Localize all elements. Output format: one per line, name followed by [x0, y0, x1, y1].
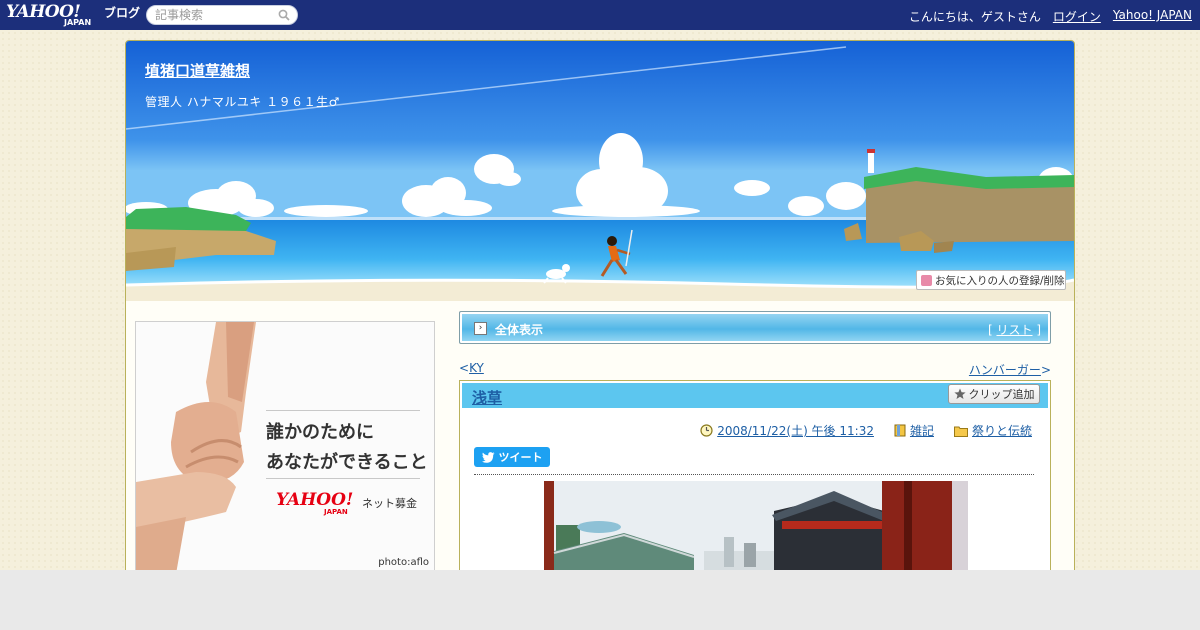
- favorite-button-label: お気に入りの人の登録/削除: [935, 274, 1065, 287]
- blog-subtitle: 管理人 ハナマルユキ １９６１生♂: [145, 95, 340, 109]
- charity-ad[interactable]: 誰かのために あなたができること YAHOO! JAPAN ネット募金 phot…: [135, 321, 435, 573]
- clock-icon: [700, 424, 713, 437]
- list-bracket-open: [: [987, 323, 993, 337]
- folder-icon: [953, 426, 968, 437]
- ad-line-2: あなたができること: [266, 452, 428, 473]
- yahoo-japan-link[interactable]: Yahoo! JAPAN: [1113, 8, 1192, 25]
- list-link[interactable]: リスト: [996, 323, 1032, 337]
- category-link[interactable]: 雑記: [910, 422, 934, 439]
- folder-link[interactable]: 祭りと伝統: [972, 422, 1032, 439]
- prev-entry: <KY: [459, 361, 484, 375]
- ad-rule-top: [266, 410, 420, 411]
- tweet-button[interactable]: ツイート: [474, 447, 550, 467]
- article-header: 浅草 クリップ追加: [462, 383, 1048, 408]
- user-links: こんにちは、ゲストさん ログイン Yahoo! JAPAN: [909, 8, 1192, 25]
- blog-banner: 埴猪口道草雑想 管理人 ハナマルユキ １９６１生♂ お気に入りの人の登録/削除: [126, 41, 1074, 301]
- divider: [474, 474, 1034, 475]
- entry-nav-bar: › 全体表示 [ リスト ]: [459, 311, 1051, 344]
- twitter-bird-icon: [481, 451, 494, 463]
- article-meta: 2008/11/22(土) 午後 11:32 雑記 祭りと伝統: [700, 422, 1032, 439]
- page-footer-area: [0, 570, 1200, 630]
- ad-service-name: ネット募金: [362, 497, 417, 510]
- yahoo-blog-logo[interactable]: YAHOO! JAPAN ブログ: [6, 2, 142, 28]
- next-entry: ハンバーガー>: [969, 361, 1051, 378]
- favorite-register-button[interactable]: お気に入りの人の登録/削除: [916, 270, 1066, 290]
- beach-illustration: [126, 41, 1074, 301]
- login-link[interactable]: ログイン: [1053, 8, 1101, 25]
- search-box: [146, 5, 298, 25]
- search-input[interactable]: [155, 8, 277, 22]
- list-link-wrapper: [ リスト ]: [988, 321, 1041, 338]
- star-icon: [953, 388, 966, 399]
- heart-icon: [921, 274, 932, 286]
- logo-japan: JAPAN: [64, 18, 92, 27]
- ad-yahoo-logo: YAHOO!: [276, 490, 354, 510]
- ad-yahoo-logo-sub: JAPAN: [324, 508, 348, 516]
- book-icon: [894, 424, 906, 437]
- logo-blog: ブログ: [104, 6, 141, 20]
- prev-marker: <: [459, 361, 470, 375]
- tweet-label: ツイート: [498, 451, 543, 464]
- search-icon[interactable]: [278, 9, 290, 21]
- list-bracket-close: ]: [1036, 323, 1041, 337]
- prev-entry-link[interactable]: KY: [469, 361, 484, 375]
- greeting-text: こんにちは、ゲストさん: [908, 10, 1041, 24]
- arrow-right-icon: ›: [474, 322, 487, 335]
- blog-title[interactable]: 埴猪口道草雑想: [145, 60, 250, 81]
- next-marker: >: [1040, 363, 1051, 377]
- ad-photo-credit: photo:aflo: [378, 557, 429, 568]
- article-datetime-link[interactable]: 2008/11/22(土) 午後 11:32: [717, 422, 874, 439]
- next-entry-link[interactable]: ハンバーガー: [969, 363, 1041, 377]
- article: 浅草 クリップ追加 2008/11/22(土) 午後 11:32 雑記 祭りと伝…: [459, 380, 1051, 599]
- clip-add-label: クリップ追加: [968, 388, 1035, 401]
- top-bar: YAHOO! JAPAN ブログ こんにちは、ゲストさん ログイン Yahoo!…: [0, 0, 1200, 30]
- ad-rule-bottom: [266, 478, 420, 479]
- article-title[interactable]: 浅草: [472, 387, 502, 408]
- ad-line-1: 誰かのために: [266, 422, 374, 443]
- clip-add-button[interactable]: クリップ追加: [948, 384, 1040, 404]
- show-all-label[interactable]: 全体表示: [495, 321, 543, 338]
- blog-container: 埴猪口道草雑想 管理人 ハナマルユキ １９６１生♂ お気に入りの人の登録/削除 …: [125, 40, 1075, 600]
